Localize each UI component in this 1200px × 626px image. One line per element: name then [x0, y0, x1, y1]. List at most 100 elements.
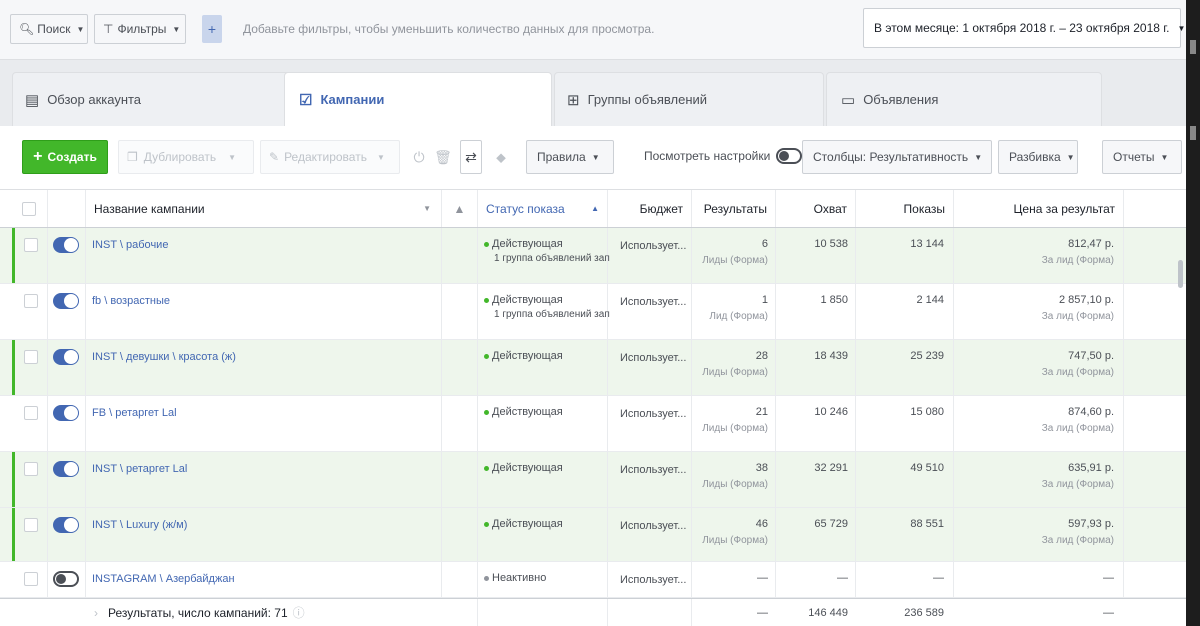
summary-results: —: [757, 607, 768, 619]
toggle-switch[interactable]: [776, 148, 803, 164]
date-range-picker[interactable]: В этом месяце: 1 октября 2018 г. – 23 ок…: [863, 8, 1185, 48]
reach-value: 10 538: [814, 238, 848, 250]
cost-type: За лид (Форма): [1041, 535, 1114, 546]
table-row[interactable]: INST \ Luxury (ж/м) Действующая Использует…: [0, 508, 1186, 562]
impressions-value: 15 080: [910, 406, 944, 418]
cost-number: 2 857,10 р.: [1058, 294, 1114, 306]
row-checkbox[interactable]: [24, 350, 38, 364]
duplicate-label: Дублировать: [143, 150, 217, 164]
results-number: 28: [755, 350, 768, 362]
header-budget[interactable]: Бюджет: [608, 190, 692, 227]
campaign-name-link[interactable]: INST \ ретаргет Lal: [92, 463, 187, 475]
campaign-name-link[interactable]: INSTAGRAM \ Азербайджан: [92, 573, 235, 585]
results-type: Лиды (Форма): [702, 479, 768, 490]
rules-button[interactable]: Правила ▼: [526, 140, 614, 174]
status-dot-icon: [484, 353, 489, 359]
header-name[interactable]: Название кампании ▼: [86, 190, 442, 227]
reach-value: 18 439: [814, 350, 848, 362]
row-checkbox[interactable]: [24, 238, 38, 252]
filters-label: Фильтры: [117, 22, 167, 36]
summary-impressions: 236 589: [904, 607, 944, 619]
results-value: 21 Лиды (Форма): [692, 406, 768, 434]
columns-label: Столбцы: Результативность: [813, 150, 969, 164]
delivery-status: Действующая: [484, 406, 563, 421]
trash-icon[interactable]: 🗑︎: [432, 140, 454, 174]
power-icon[interactable]: ⏻: [408, 140, 430, 174]
row-checkbox[interactable]: [24, 518, 38, 532]
tab-adsets[interactable]: ⊞ Группы объявлений: [554, 72, 824, 126]
campaign-toggle[interactable]: [53, 517, 79, 533]
view-settings-toggle[interactable]: Посмотреть настройки: [644, 148, 803, 164]
campaign-toggle[interactable]: [53, 349, 79, 365]
header-status[interactable]: Статус показа ▲: [478, 190, 608, 227]
window-edge: [1186, 0, 1200, 626]
filters-button[interactable]: ⊤ Фильтры ▼: [94, 14, 186, 44]
table-row[interactable]: FB \ ретаргет Lal Действующая Использует..…: [0, 396, 1186, 452]
table-row[interactable]: INST \ ретаргет Lal Действующая Использует…: [0, 452, 1186, 508]
budget-value: Использует...: [620, 352, 687, 364]
campaign-toggle[interactable]: [53, 293, 79, 309]
header-warnings[interactable]: ▲: [442, 190, 478, 227]
columns-button[interactable]: Столбцы: Результативность ▼: [802, 140, 992, 174]
table-row[interactable]: INST \ девушки \ красота (ж) Действующая И…: [0, 340, 1186, 396]
campaign-toggle[interactable]: [53, 237, 79, 253]
delivery-status: Действующая 1 группа объявлений зап: [484, 238, 610, 264]
cost-value: 597,93 р. За лид (Форма): [954, 518, 1114, 546]
search-button[interactable]: 🔍︎ Поиск ▼: [10, 14, 88, 44]
ab-test-icon[interactable]: ⇄: [460, 140, 482, 174]
campaign-name-link[interactable]: INST \ рабочие: [92, 239, 168, 251]
duplicate-button[interactable]: ❐ Дублировать ▼: [118, 140, 254, 174]
tab-ads[interactable]: ▭ Объявления: [826, 72, 1102, 126]
row-checkbox[interactable]: [24, 406, 38, 420]
row-checkbox[interactable]: [24, 462, 38, 476]
header-results[interactable]: Результаты: [692, 190, 776, 227]
cost-value: 2 857,10 р. За лид (Форма): [954, 294, 1114, 322]
chevron-right-icon[interactable]: ›: [94, 606, 98, 620]
add-filter-button[interactable]: +: [202, 15, 222, 43]
reports-button[interactable]: Отчеты ▼: [1102, 140, 1182, 174]
header-cost[interactable]: Цена за результат: [954, 190, 1124, 227]
tab-label: Кампании: [320, 92, 385, 107]
edit-button[interactable]: ✎ Редактировать ▼: [260, 140, 400, 174]
campaign-name-link[interactable]: FB \ ретаргет Lal: [92, 407, 177, 419]
tab-account-overview[interactable]: ▤ Обзор аккаунта: [12, 72, 310, 126]
cost-number: 874,60 р.: [1068, 406, 1114, 418]
create-button[interactable]: + Создать: [22, 140, 108, 174]
campaign-name-link[interactable]: INST \ девушки \ красота (ж): [92, 351, 236, 363]
table-row[interactable]: INSTAGRAM \ Азербайджан Неактивно Использу…: [0, 562, 1186, 598]
breakdown-label: Разбивка: [1009, 150, 1061, 164]
campaign-toggle[interactable]: [53, 405, 79, 421]
table-row[interactable]: INST \ рабочие Действующая 1 группа объявл…: [0, 228, 1186, 284]
status-label: Действующая: [492, 350, 563, 362]
results-type: Лиды (Форма): [702, 423, 768, 434]
status-label: Действующая: [492, 238, 563, 250]
tab-campaigns[interactable]: ☑ Кампании: [284, 72, 552, 126]
tag-icon[interactable]: ⬥: [490, 140, 512, 174]
header-reach[interactable]: Охват: [776, 190, 856, 227]
results-value: 1 Лид (Форма): [692, 294, 768, 322]
campaign-name-link[interactable]: fb \ возрастные: [92, 295, 170, 307]
results-number: 21: [755, 406, 768, 418]
select-all-checkbox[interactable]: [22, 202, 36, 216]
level-tabs: ▤ Обзор аккаунта ☑ Кампании ⊞ Группы объ…: [0, 60, 1186, 126]
results-value: 46 Лиды (Форма): [692, 518, 768, 546]
create-label: Создать: [47, 150, 97, 164]
campaign-toggle[interactable]: [53, 461, 79, 477]
breakdown-button[interactable]: Разбивка ▼: [998, 140, 1078, 174]
header-name-label: Название кампании: [94, 201, 205, 216]
row-checkbox[interactable]: [24, 294, 38, 308]
row-checkbox[interactable]: [24, 572, 38, 586]
table-row[interactable]: fb \ возрастные Действующая 1 группа объяв…: [0, 284, 1186, 340]
delivery-status: Неактивно: [484, 572, 546, 587]
header-reach-label: Охват: [813, 201, 847, 216]
summary-cost: —: [1103, 607, 1114, 619]
campaign-toggle[interactable]: [53, 571, 79, 587]
campaign-name-link[interactable]: INST \ Luxury (ж/м): [92, 519, 187, 531]
results-type: Лиды (Форма): [702, 535, 768, 546]
budget-value: Использует...: [620, 240, 687, 252]
delivery-status: Действующая: [484, 518, 563, 533]
vertical-scrollbar[interactable]: [1178, 260, 1183, 288]
filter-hint: Добавьте фильтры, чтобы уменьшить количе…: [243, 22, 655, 36]
header-impressions[interactable]: Показы: [856, 190, 954, 227]
cost-value: 635,91 р. За лид (Форма): [954, 462, 1114, 490]
